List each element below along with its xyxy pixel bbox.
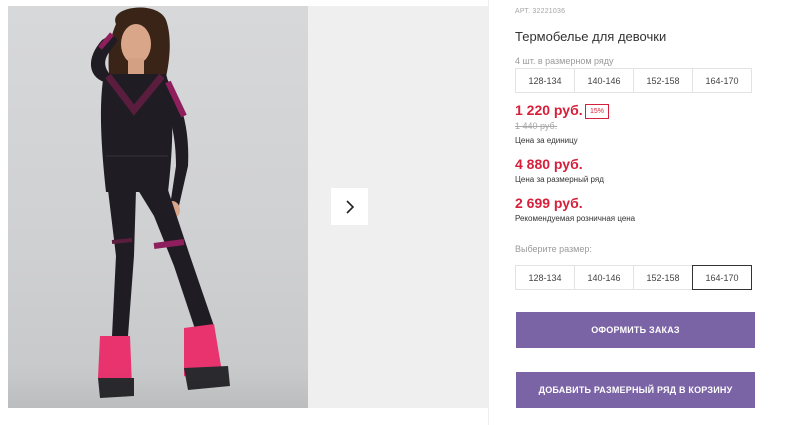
next-photo-button[interactable]: [331, 188, 368, 225]
order-button[interactable]: ОФОРМИТЬ ЗАКАЗ: [516, 312, 755, 348]
size-range-item: 152-158: [633, 68, 693, 93]
size-option-selected[interactable]: 164-170: [692, 265, 752, 290]
girl-in-thermal-underwear-image: [90, 7, 230, 398]
range-price-note: Цена за размерный ряд: [515, 175, 604, 184]
size-range-item: 164-170: [692, 68, 752, 93]
size-option[interactable]: 140-146: [574, 265, 634, 290]
size-selector: 128-134 140-146 152-158 164-170: [515, 265, 752, 290]
size-option[interactable]: 128-134: [515, 265, 575, 290]
select-size-label: Выберите размер:: [515, 244, 592, 254]
range-price: 4 880 руб.: [515, 156, 583, 172]
product-gallery: [0, 0, 488, 425]
size-range-item: 128-134: [515, 68, 575, 93]
size-range-list: 128-134 140-146 152-158 164-170: [515, 68, 752, 93]
size-range-item: 140-146: [574, 68, 634, 93]
retail-price-note: Рекомендуемая розничная цена: [515, 214, 636, 223]
add-range-to-cart-button[interactable]: ДОБАВИТЬ РАЗМЕРНЫЙ РЯД В КОРЗИНУ: [516, 372, 755, 408]
article-number: АРТ. 32221036: [515, 8, 566, 15]
discount-badge: 15%: [585, 104, 609, 119]
chevron-right-icon: [345, 199, 354, 214]
pack-hint: 4 шт. в размерном ряду: [515, 56, 614, 66]
product-title: Термобелье для девочки: [515, 29, 667, 44]
unit-price-note: Цена за единицу: [515, 136, 578, 145]
old-price: 1 440 руб.: [515, 121, 558, 131]
size-option[interactable]: 152-158: [633, 265, 693, 290]
product-panel: АРТ. 32221036 Термобелье для девочки 4 ш…: [489, 0, 800, 425]
unit-price: 1 220 руб.: [515, 102, 583, 118]
product-photo: [8, 6, 308, 408]
retail-price: 2 699 руб.: [515, 195, 583, 211]
